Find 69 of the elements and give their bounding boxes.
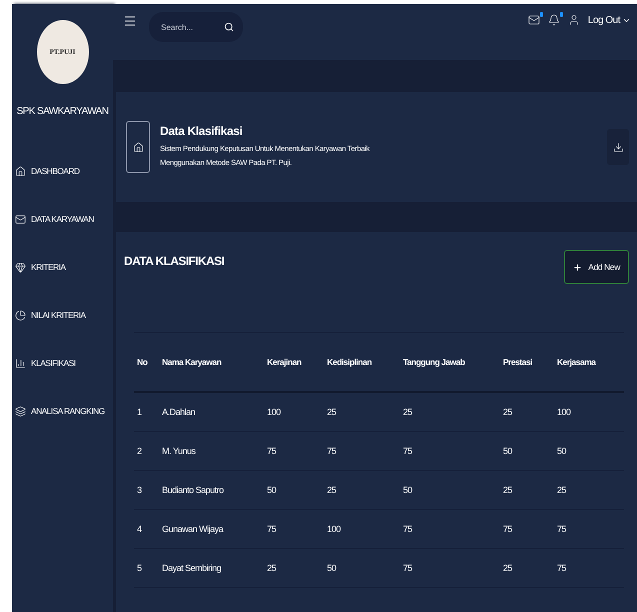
table-cell-text: 25	[327, 485, 338, 495]
column-header: Tanggung Jawab	[403, 357, 466, 367]
column-header: Kerjasama	[557, 357, 597, 367]
table-cell-text: M. Yunus	[162, 446, 196, 456]
search-icon	[224, 22, 234, 32]
table-cell-text: 50	[557, 446, 568, 456]
nav-item[interactable]: KRITERIA	[12, 243, 113, 291]
table-cell-text: 75	[403, 563, 414, 573]
table-cell-text: A.Dahlan	[162, 407, 196, 417]
table-cell-text: 25	[267, 563, 278, 573]
pie-chart-icon	[15, 310, 26, 320]
table-cell-text: 25	[503, 407, 514, 417]
bar-chart-icon	[15, 358, 26, 368]
column-header: No	[137, 357, 148, 367]
download-icon	[612, 142, 624, 152]
nav-item[interactable]: ANALISA RANGKING	[12, 387, 113, 435]
table-cell-text: 50	[503, 446, 514, 456]
page-title: Data Klasifikasi	[160, 124, 244, 138]
table-cell-text: 75	[327, 446, 338, 456]
table-cell-text: 1	[137, 407, 143, 417]
table-cell-text: 50	[403, 485, 414, 495]
table-cell-text: Dayat Sembiring	[162, 563, 222, 573]
envelope-icon	[15, 214, 26, 224]
table-cell-text: 75	[403, 524, 414, 534]
table-cell-text: 3	[137, 485, 143, 495]
table-cell-text: 50	[267, 485, 278, 495]
table-cell-text: Budianto Saputro	[162, 485, 225, 495]
table-cell-text: 100	[557, 407, 572, 417]
user-icon	[568, 14, 580, 26]
add-new-button[interactable]: Add New	[564, 250, 629, 284]
search-field[interactable]: Search...	[149, 12, 243, 42]
table-cell-text: 5	[137, 563, 143, 573]
column-header: Kedisiplinan	[327, 357, 373, 367]
stack-icon	[15, 406, 26, 416]
plus-icon	[573, 262, 582, 272]
house-icon	[15, 166, 26, 176]
download-button[interactable]	[607, 129, 629, 165]
envelope-icon[interactable]	[528, 14, 540, 26]
logout-button[interactable]: Log Out	[588, 14, 631, 26]
column-header: Kerajinan	[267, 357, 302, 367]
column-header: Prestasi	[503, 357, 534, 367]
table-cell-text: 2	[137, 446, 143, 456]
table-cell-text: 25	[327, 407, 338, 417]
table-cell-text: 75	[557, 524, 568, 534]
app-name: SPK SAWKARYAWAN	[16, 106, 108, 117]
table-cell-text: 25	[503, 485, 514, 495]
nav-item[interactable]: KLASIFIKASI	[12, 339, 113, 387]
table-cell-text: 4	[137, 524, 143, 534]
nav-item[interactable]: DATA KARYAWAN	[12, 195, 113, 243]
bell-icon[interactable]	[548, 14, 560, 26]
nav-item[interactable]: NILAI KRITERIA	[12, 291, 113, 339]
table-cell-text: 100	[327, 524, 342, 534]
table-cell-text: 25	[403, 407, 414, 417]
diamond-icon	[15, 262, 26, 272]
table-cell-text: 100	[267, 407, 282, 417]
table-cell-text: Gunawan Wijaya	[162, 524, 224, 534]
table-cell-text: 25	[557, 485, 568, 495]
table-cell-text: 75	[267, 446, 278, 456]
table-cell-text: 75	[267, 524, 278, 534]
table-cell-text: 25	[503, 563, 514, 573]
table-cell-text: 50	[327, 563, 338, 573]
house-icon	[126, 121, 150, 173]
table-cell-text: 75	[557, 563, 568, 573]
table-cell-text: 75	[503, 524, 514, 534]
column-header: Nama Karyawan	[162, 357, 222, 367]
menu-icon[interactable]	[123, 14, 137, 28]
nav-item[interactable]: DASHBOARD	[12, 147, 113, 195]
table-cell-text: 75	[403, 446, 414, 456]
section-title: DATA KLASIFIKASI	[124, 254, 224, 268]
